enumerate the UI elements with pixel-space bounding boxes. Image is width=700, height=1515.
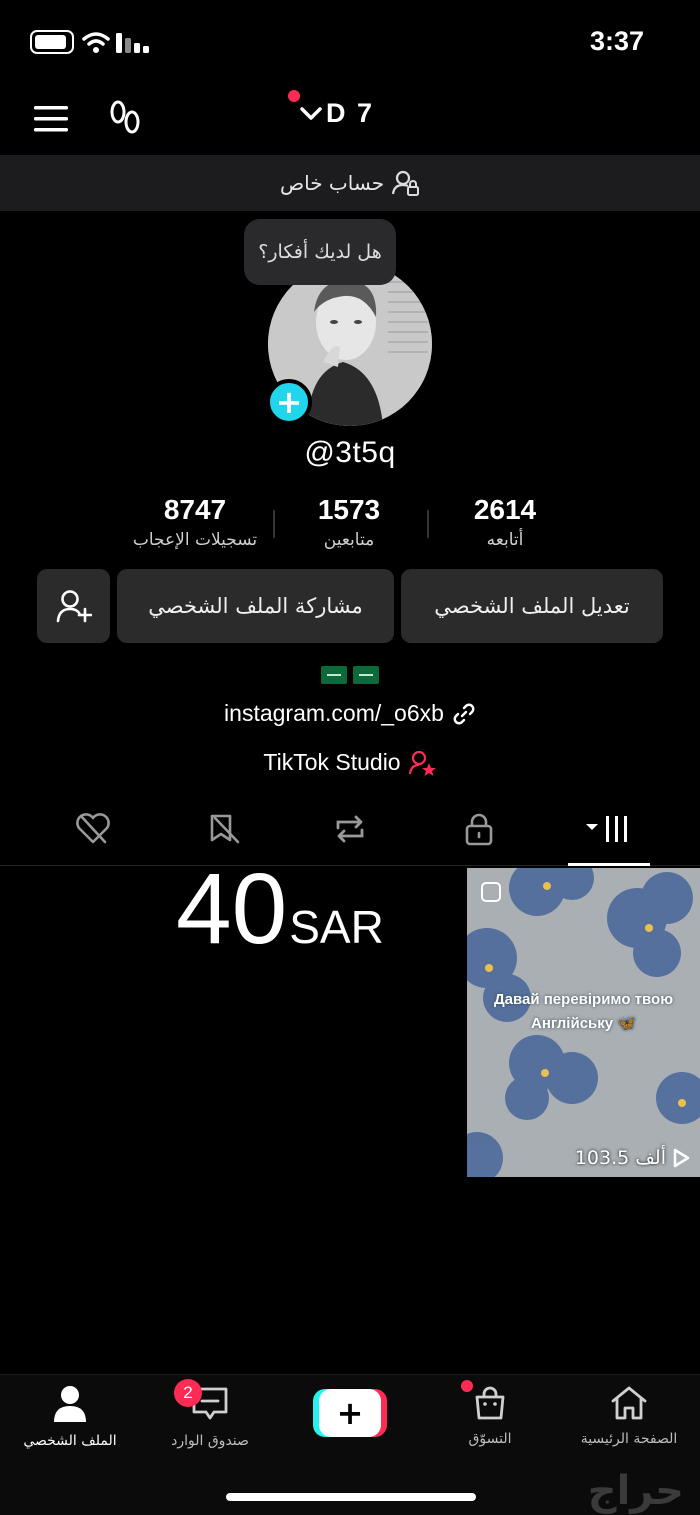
create-button[interactable]: + [313, 1389, 387, 1437]
nav-shop[interactable]: التسوّق [425, 1385, 555, 1447]
videos-grid-icon [586, 816, 627, 842]
inbox-badge: 2 [174, 1379, 202, 1407]
liked-hidden-icon [76, 813, 110, 844]
profile-icon [54, 1386, 86, 1422]
video-views: 103.5 ألف [575, 1147, 690, 1169]
edit-profile-button[interactable]: تعديل الملف الشخصي [401, 569, 663, 643]
price-currency: SAR [289, 901, 384, 953]
play-icon [673, 1148, 690, 1168]
nav-home[interactable]: الصفحة الرئيسية [564, 1385, 694, 1447]
tiktok-studio-label: TikTok Studio [263, 749, 401, 775]
account-name: D 7 [326, 98, 375, 128]
home-icon [611, 1386, 647, 1420]
stat-followers-value: 1573 [317, 494, 381, 525]
tab-liked[interactable] [52, 812, 134, 866]
pinned-icon [481, 882, 501, 902]
add-story-button[interactable]: + [266, 379, 312, 425]
saudi-flag-icon [321, 666, 347, 684]
nav-profile-label: الملف الشخصي [23, 1433, 117, 1449]
battery-icon [30, 30, 74, 54]
chevron-down-icon [300, 106, 322, 120]
top-nav: D 7 [0, 84, 700, 154]
bio-flags [0, 666, 700, 684]
footprints-icon[interactable] [107, 100, 143, 136]
wifi-icon [82, 32, 110, 53]
tiktok-studio-link[interactable]: TikTok Studio [0, 749, 700, 776]
status-time: 3:37 [589, 26, 644, 56]
repost-icon [336, 815, 364, 843]
saudi-flag-icon [353, 666, 379, 684]
private-user-lock-icon [392, 170, 420, 196]
price-overlay: 40 SAR [176, 852, 384, 967]
status-bar: 3:37 [0, 0, 700, 84]
haraj-watermark: حراج [587, 1468, 684, 1514]
home-indicator[interactable] [226, 1493, 476, 1501]
tab-videos[interactable] [568, 812, 650, 866]
ideas-bubble[interactable]: هل لديك أفكار؟ [244, 219, 396, 285]
stat-following-label: أتابعه [486, 530, 524, 550]
tab-private[interactable] [438, 812, 520, 866]
nav-inbox-label: صندوق الوارد [171, 1433, 249, 1449]
create-icon: + [319, 1389, 381, 1437]
account-switcher[interactable]: D 7 [300, 98, 374, 129]
stat-followers[interactable]: 1573 متابعين [259, 494, 439, 550]
video-views-count: 103.5 ألف [574, 1147, 666, 1169]
shop-bag-icon [475, 1386, 505, 1420]
private-account-label: حساب خاص [279, 171, 385, 195]
stat-likes-label: تسجيلات الإعجاب [132, 530, 258, 550]
stat-likes[interactable]: 8747 تسجيلات الإعجاب [105, 494, 285, 550]
video-thumbnail[interactable]: Давай перевіримо твою Англійську 🦋 103.5… [467, 868, 700, 1177]
stat-followers-label: متابعين [323, 530, 375, 550]
stat-following[interactable]: 2614 أتابعه [415, 494, 595, 550]
stat-following-value: 2614 [473, 494, 537, 525]
nav-shop-label: التسوّق [468, 1431, 512, 1447]
favorites-hidden-icon [210, 814, 240, 844]
bio-link-text: instagram.com/_o6xb [224, 700, 444, 726]
account-notification-dot [288, 90, 300, 102]
add-user-icon [56, 590, 92, 623]
lock-icon [465, 813, 493, 846]
stat-likes-value: 8747 [163, 494, 227, 525]
nav-profile[interactable]: الملف الشخصي [5, 1385, 135, 1449]
username: @3t5q [304, 436, 396, 469]
nav-home-label: الصفحة الرئيسية [580, 1431, 678, 1447]
price-value: 40 [176, 853, 288, 965]
bio-link[interactable]: instagram.com/_o6xb [0, 700, 700, 727]
menu-icon[interactable] [34, 106, 68, 132]
link-icon [453, 703, 475, 724]
private-account-banner: حساب خاص [0, 155, 700, 211]
add-friend-button[interactable] [37, 569, 110, 643]
creator-star-icon [408, 750, 436, 776]
video-caption: Давай перевіримо твою Англійську 🦋 [493, 991, 674, 1032]
nav-inbox[interactable]: صندوق الوارد [145, 1385, 275, 1449]
share-profile-button[interactable]: مشاركة الملف الشخصي [117, 569, 394, 643]
signal-icon [116, 33, 149, 53]
